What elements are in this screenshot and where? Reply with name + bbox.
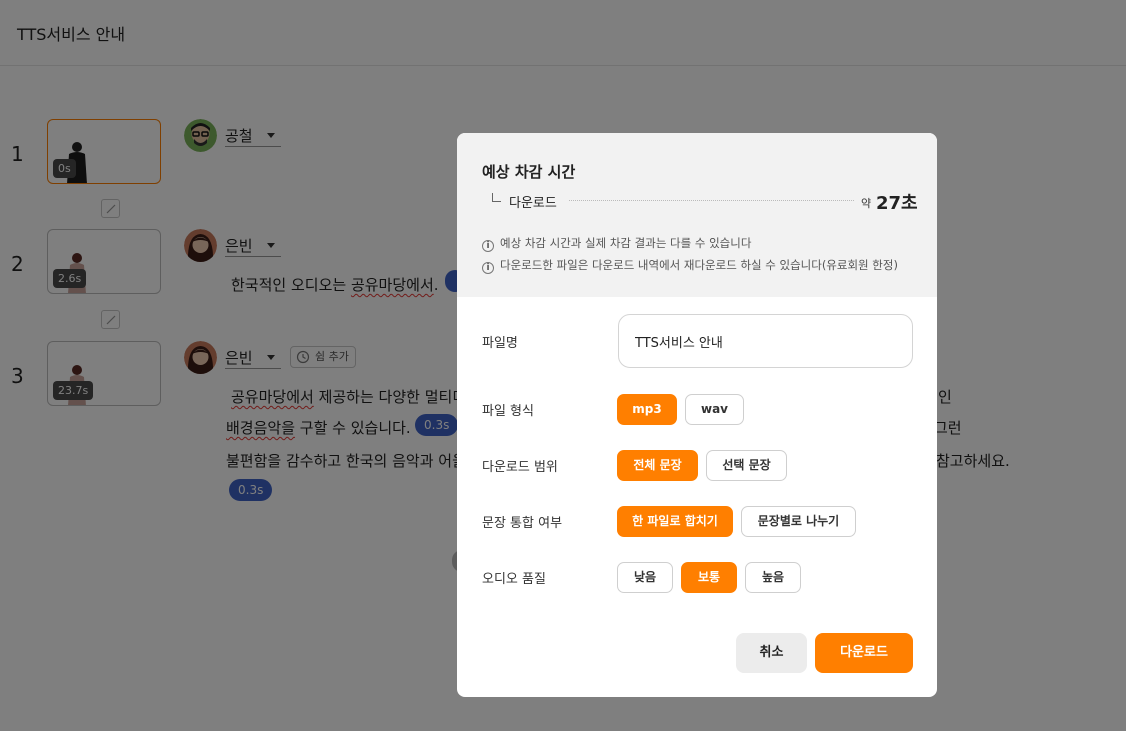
filename-label: 파일명 — [482, 336, 518, 351]
cancel-button[interactable]: 취소 — [736, 633, 807, 673]
merge-split-option[interactable]: 문장별로 나누기 — [741, 506, 856, 537]
tree-branch-icon — [492, 193, 501, 202]
info-note: i 다운로드한 파일은 다운로드 내역에서 재다운로드 하실 수 있습니다(유료회… — [482, 257, 898, 274]
estimate-label: 다운로드 — [509, 196, 557, 211]
estimate-approx: 약 — [861, 197, 872, 210]
dotted-leader — [569, 200, 854, 201]
quality-high-option[interactable]: 높음 — [745, 562, 801, 593]
download-button[interactable]: 다운로드 — [815, 633, 913, 673]
estimate-section: 예상 차감 시간 다운로드 약 27초 i 예상 차감 시간과 실제 차감 결과는… — [457, 133, 937, 297]
format-wav-option[interactable]: wav — [685, 394, 744, 425]
format-label: 파일 형식 — [482, 404, 534, 419]
merge-label: 문장 통합 여부 — [482, 516, 563, 531]
estimate-value: 27초 — [876, 193, 918, 214]
filename-input[interactable] — [618, 314, 913, 368]
quality-normal-option[interactable]: 보통 — [681, 562, 737, 593]
range-label: 다운로드 범위 — [482, 460, 558, 475]
range-all-option[interactable]: 전체 문장 — [617, 450, 698, 481]
info-note: i 예상 차감 시간과 실제 차감 결과는 다를 수 있습니다 — [482, 235, 751, 252]
merge-single-file-option[interactable]: 한 파일로 합치기 — [617, 506, 733, 537]
format-mp3-option[interactable]: mp3 — [617, 394, 677, 425]
quality-label: 오디오 품질 — [482, 572, 546, 587]
info-icon: i — [482, 240, 494, 252]
quality-low-option[interactable]: 낮음 — [617, 562, 673, 593]
info-icon: i — [482, 262, 494, 274]
modal-title: 예상 차감 시간 — [482, 163, 576, 181]
range-selected-option[interactable]: 선택 문장 — [706, 450, 787, 481]
download-modal: 예상 차감 시간 다운로드 약 27초 i 예상 차감 시간과 실제 차감 결과는… — [457, 133, 937, 697]
